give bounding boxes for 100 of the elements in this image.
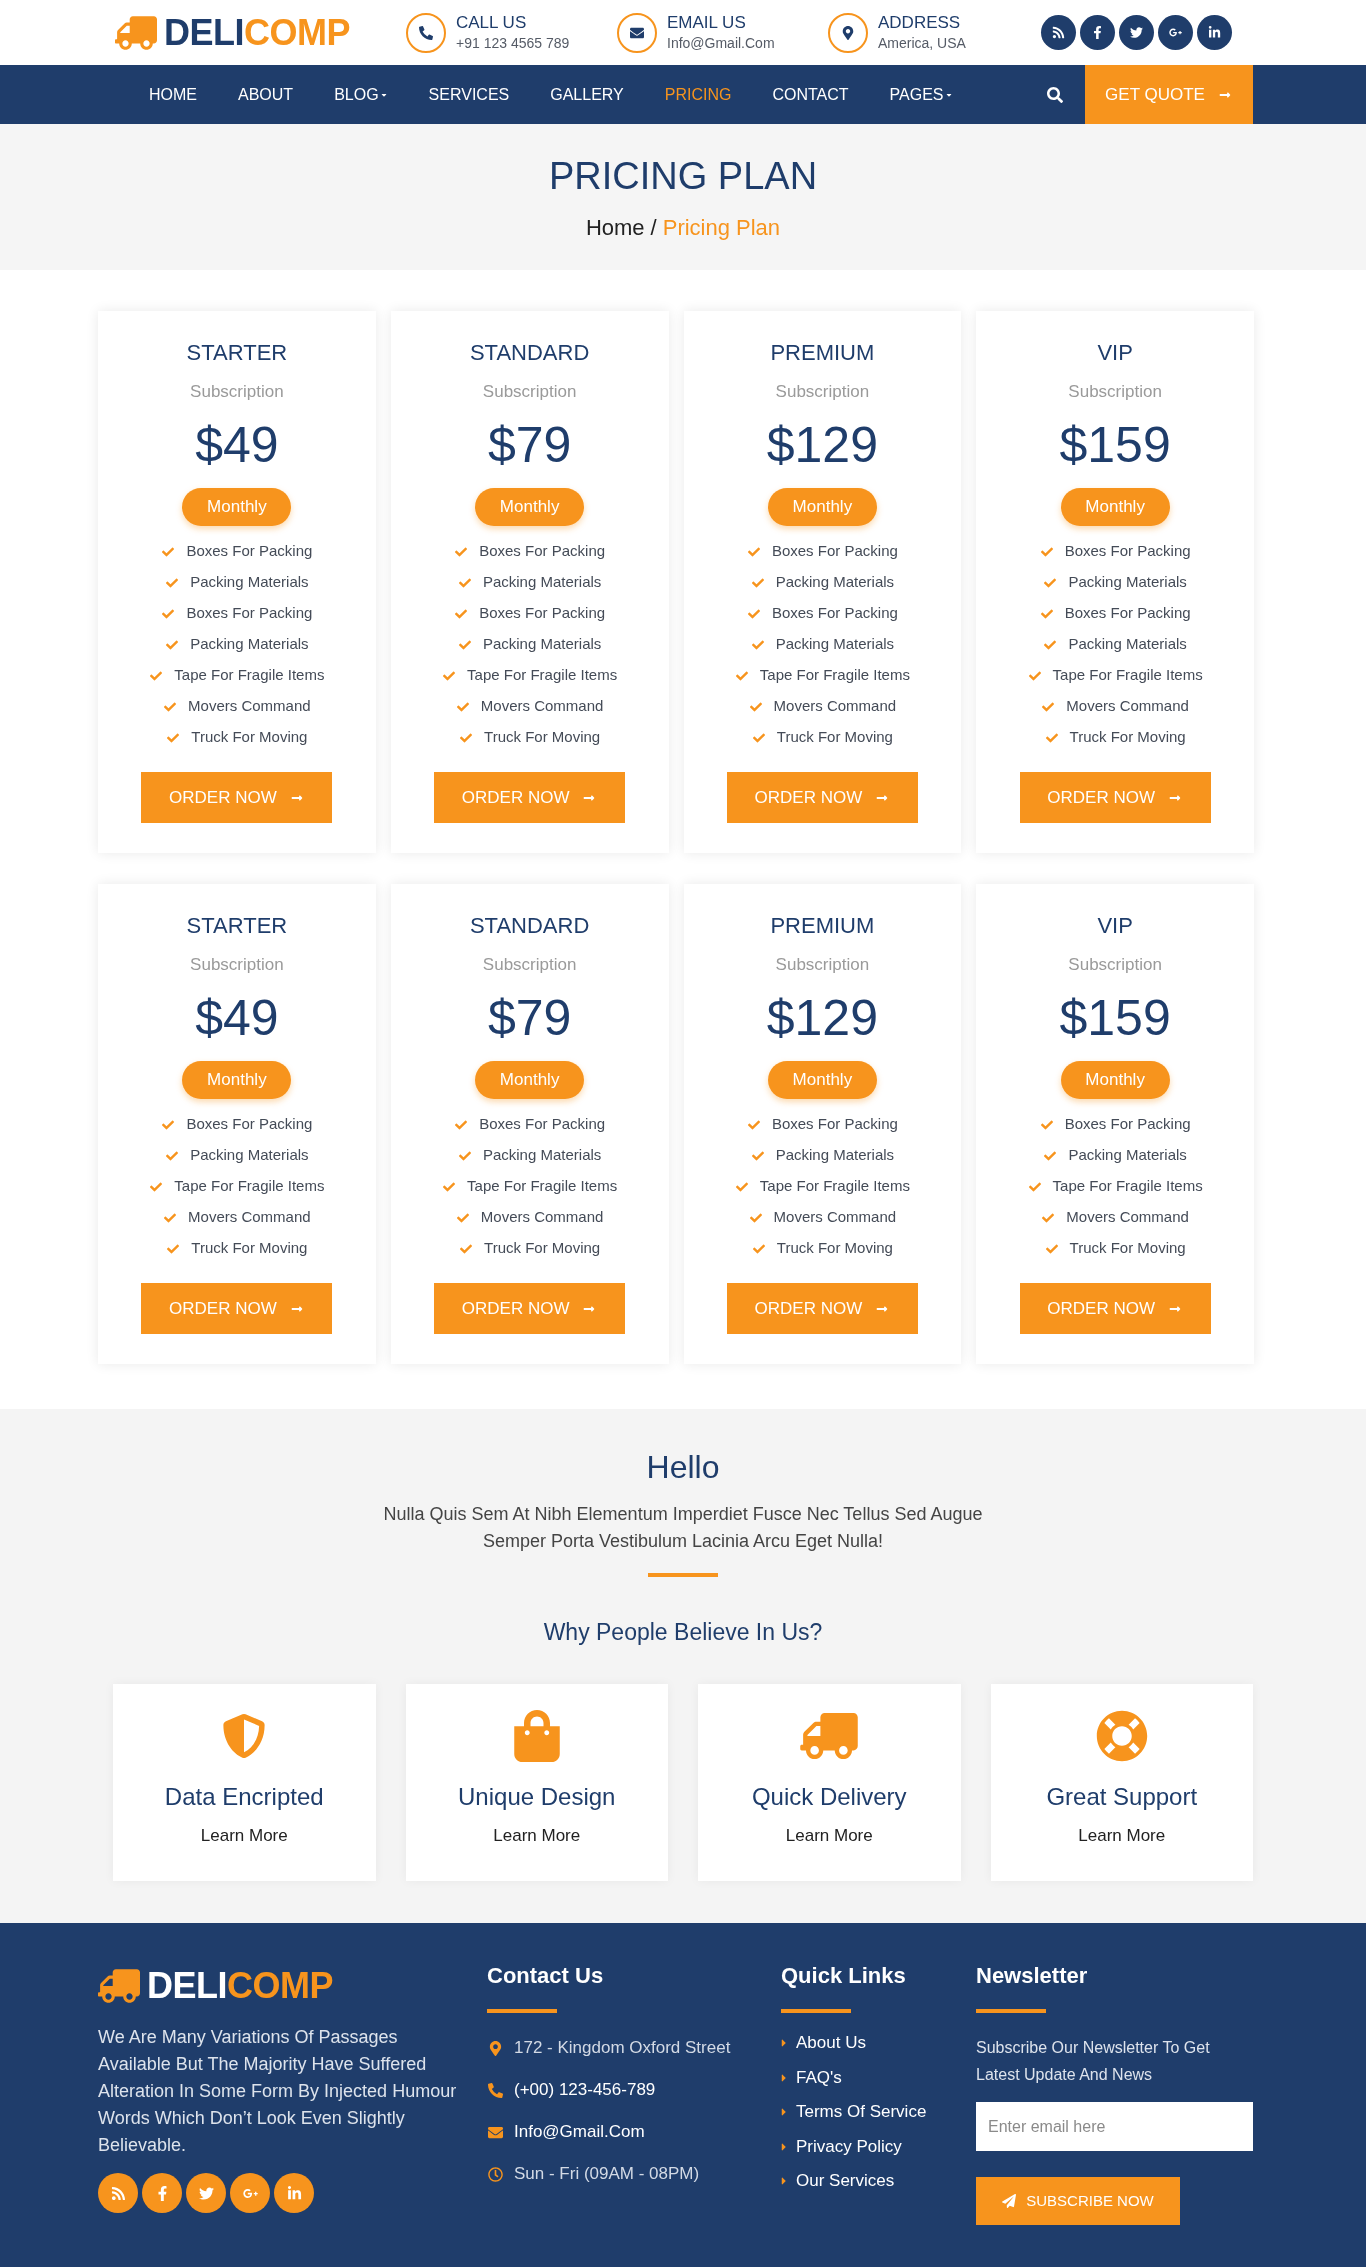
feature-text: Packing Materials: [775, 634, 895, 655]
check-icon: [161, 545, 176, 558]
rss-icon[interactable]: [98, 2173, 138, 2213]
feature-text: Tape For Fragile Items: [759, 1176, 910, 1197]
facebook-icon[interactable]: [1080, 15, 1115, 50]
feature-text: Boxes For Packing: [1064, 603, 1191, 624]
check-icon: [455, 700, 470, 713]
nav-link[interactable]: ABOUT: [238, 84, 294, 105]
footer-description: We Are Many Variations Of Passages Available But The Majority Have Suffered Alteration In Some Form By Injected Humour Words Which Don’t Look Even Slightly Believable.: [98, 2026, 458, 2157]
learn-more-link[interactable]: Learn More: [1078, 1824, 1166, 1848]
feature-text: Boxes For Packing: [771, 541, 898, 562]
phone-icon: [488, 2082, 503, 2098]
feature-text: Tape For Fragile Items: [1052, 665, 1203, 686]
plan-price: $49: [195, 417, 279, 473]
heading-underline: [976, 2009, 1046, 2013]
check-icon: [161, 607, 176, 620]
check-icon: [748, 700, 763, 713]
nav-link[interactable]: SERVICES: [428, 84, 510, 105]
truck-logo-icon: [115, 15, 157, 50]
feature-title: Great Support: [1046, 1782, 1198, 1812]
nav-link[interactable]: PRICING: [664, 84, 732, 105]
email-input[interactable]: Enter email here: [976, 2102, 1253, 2151]
section-subtitle: Why People Believe In Us?: [543, 1618, 823, 1647]
check-icon: [746, 607, 761, 620]
home-link[interactable]: Home: [585, 214, 645, 242]
search-icon[interactable]: [1047, 86, 1063, 103]
feature-text: Packing Materials: [482, 1145, 602, 1166]
twitter-icon[interactable]: [186, 2173, 226, 2213]
plan-price: $159: [1059, 417, 1171, 473]
plan-subtitle: Subscription: [775, 381, 870, 403]
quick-link[interactable]: Privacy Policy: [796, 2133, 902, 2160]
feature-text: Boxes For Packing: [1064, 1114, 1191, 1135]
check-icon: [454, 545, 469, 558]
feature-text: Boxes For Packing: [771, 603, 898, 624]
feature-text: Movers Command: [188, 696, 311, 717]
quick-link[interactable]: Our Services: [796, 2168, 895, 2194]
linkedin-icon[interactable]: [1197, 15, 1232, 50]
google-plus-icon[interactable]: [1158, 15, 1193, 50]
feature-text: Truck For Moving: [776, 727, 893, 748]
envelope-icon: [617, 12, 657, 53]
title-underline: [648, 1573, 718, 1577]
feature-text: Truck For Moving: [1069, 1238, 1186, 1259]
street-address-text: 172 - Kingdom Oxford Street: [514, 2037, 731, 2060]
truck-logo-icon: [98, 1969, 140, 2003]
plan-name: STANDARD: [469, 912, 590, 940]
billing-period-badge: Monthly: [182, 1061, 292, 1099]
check-icon: [454, 607, 469, 620]
check-icon: [163, 700, 178, 713]
plan-name: PREMIUM: [770, 912, 875, 940]
quick-link[interactable]: Terms Of Service: [796, 2099, 927, 2125]
check-icon: [1041, 1211, 1056, 1224]
check-icon: [1039, 607, 1054, 620]
feature-text: Packing Materials: [1068, 634, 1187, 655]
check-icon: [457, 638, 472, 651]
email-address-link[interactable]: Info@Gmail.Com: [514, 2119, 645, 2145]
learn-more-link[interactable]: Learn More: [493, 1824, 581, 1848]
feature-text: Packing Materials: [190, 572, 309, 593]
truck-icon: [800, 1713, 859, 1759]
learn-more-link[interactable]: Learn More: [200, 1824, 288, 1848]
phone-icon: [406, 12, 446, 53]
check-icon: [748, 1211, 763, 1224]
nav-link[interactable]: PAGES: [889, 84, 953, 105]
check-icon: [750, 576, 765, 589]
clock-icon: [488, 2166, 503, 2182]
feature-text: Packing Materials: [775, 1145, 895, 1166]
billing-period-badge: Monthly: [767, 488, 877, 526]
plan-price: $129: [766, 417, 878, 473]
plan-name: VIP: [1097, 912, 1133, 940]
lifebuoy-icon: [1095, 1710, 1148, 1762]
quick-link[interactable]: About Us: [796, 2030, 866, 2056]
check-icon: [455, 1211, 470, 1224]
page-title: PRICING PLAN: [548, 154, 818, 199]
paper-plane-icon: [1002, 2194, 1017, 2208]
linkedin-icon[interactable]: [274, 2173, 314, 2213]
feature-text: Movers Command: [773, 1207, 897, 1228]
billing-period-badge: Monthly: [182, 488, 292, 526]
nav-link[interactable]: BLOG: [334, 84, 388, 105]
check-icon: [442, 1180, 457, 1193]
google-plus-icon[interactable]: [230, 2173, 270, 2213]
feature-text: Tape For Fragile Items: [467, 665, 618, 686]
quick-link[interactable]: FAQ's: [796, 2064, 842, 2091]
plan-price: $49: [195, 990, 279, 1046]
heading-underline: [781, 2009, 851, 2013]
check-icon: [1043, 1149, 1058, 1162]
nav-link[interactable]: GALLERY: [550, 84, 624, 105]
feature-text: Truck For Moving: [191, 727, 308, 748]
learn-more-link[interactable]: Learn More: [785, 1824, 873, 1848]
facebook-icon[interactable]: [142, 2173, 182, 2213]
feature-text: Packing Materials: [482, 634, 602, 655]
envelope-icon: [488, 2124, 503, 2140]
twitter-icon[interactable]: [1119, 15, 1154, 50]
plan-subtitle: Subscription: [1068, 954, 1162, 976]
plan-subtitle: Subscription: [775, 954, 870, 976]
rss-icon[interactable]: [1041, 15, 1076, 50]
nav-link[interactable]: HOME: [149, 84, 197, 105]
phone-number-link[interactable]: (+00) 123-456-789: [514, 2077, 656, 2103]
billing-period-badge: Monthly: [1060, 488, 1170, 526]
footer-heading: Contact Us: [487, 1962, 605, 1990]
nav-link[interactable]: CONTACT: [772, 84, 849, 105]
check-icon: [751, 1242, 766, 1255]
